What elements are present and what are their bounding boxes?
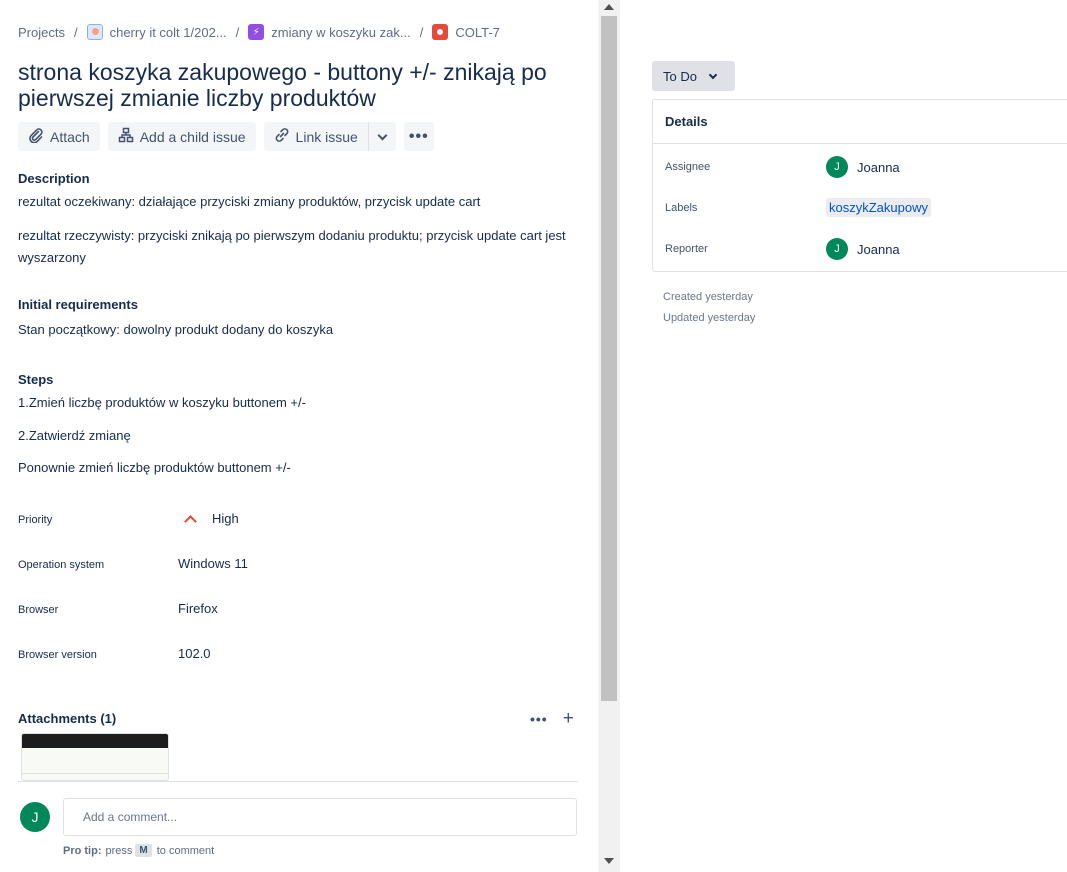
epic-lightning-icon: ⚡ — [248, 24, 265, 40]
link-issue-dropdown-button[interactable] — [367, 122, 396, 151]
assignee-field[interactable]: J Joanna — [826, 156, 900, 178]
attach-label: Attach — [50, 128, 90, 145]
breadcrumb-issue-key: COLT-7 — [455, 24, 500, 40]
step-2[interactable]: 2.Zatwierdź zmianę — [18, 425, 578, 447]
issue-main-panel: Projects / cherry it colt 1/202... / ⚡ z… — [0, 0, 598, 872]
breadcrumb-separator: / — [235, 24, 240, 40]
hierarchy-icon — [118, 127, 134, 147]
more-dots-icon: ••• — [408, 127, 429, 145]
description-heading: Description — [18, 171, 90, 186]
pro-tip-press: press — [105, 844, 133, 857]
issue-toolbar: Attach Add a child issue Link issue ••• — [18, 122, 442, 151]
breadcrumb-project-label: cherry it colt 1/202... — [109, 24, 227, 40]
project-avatar-icon — [86, 24, 103, 40]
updated-timestamp: Updated yesterday — [663, 312, 756, 324]
pro-tip: Pro tip: press M to comment — [63, 844, 214, 857]
scroll-up-arrow-icon[interactable] — [604, 4, 614, 10]
step-3[interactable]: Ponownie zmień liczbę produktów buttonem… — [18, 457, 578, 479]
link-issue-group: Link issue — [263, 122, 396, 151]
thumbnail-header-bar — [22, 734, 168, 748]
pro-tip-label: Pro tip: — [63, 844, 102, 857]
avatar: J — [826, 156, 848, 178]
browser-label: Browser — [18, 604, 59, 616]
label-chip[interactable]: koszykZakupowy — [826, 198, 931, 217]
priority-label: Priority — [18, 514, 53, 526]
attachments-more-icon[interactable]: ••• — [530, 711, 548, 727]
status-label: To Do — [663, 68, 697, 84]
paperclip-icon — [28, 127, 44, 147]
priority-field[interactable]: High — [178, 511, 239, 526]
reporter-name: Joanna — [857, 241, 900, 257]
browser-version-label: Browser version — [18, 649, 97, 661]
scrollbar-thumb[interactable] — [601, 16, 617, 701]
priority-high-icon — [185, 513, 197, 525]
reporter-field[interactable]: J Joanna — [826, 238, 900, 260]
browser-value[interactable]: Firefox — [178, 601, 218, 616]
vertical-scrollbar[interactable] — [598, 0, 620, 872]
attachment-thumbnail[interactable] — [21, 733, 169, 781]
assignee-label: Assignee — [665, 161, 711, 173]
chevron-down-icon — [708, 70, 718, 79]
avatar: J — [20, 802, 50, 832]
initial-requirements-text[interactable]: Stan początkowy: dowolny produkt dodany … — [18, 319, 578, 341]
comment-divider — [18, 781, 578, 782]
breadcrumb-epic-label: zmiany w koszyku zak... — [271, 24, 411, 40]
scroll-down-arrow-icon[interactable] — [604, 858, 614, 864]
initial-requirements-heading: Initial requirements — [18, 297, 138, 312]
attachments-actions: ••• + — [530, 708, 574, 730]
operation-system-value[interactable]: Windows 11 — [178, 556, 248, 571]
created-timestamp: Created yesterday — [663, 291, 753, 303]
bug-icon — [432, 24, 449, 40]
reporter-label: Reporter — [665, 243, 708, 255]
more-actions-button[interactable]: ••• — [403, 122, 434, 151]
operation-system-label: Operation system — [18, 559, 105, 571]
add-child-issue-button[interactable]: Add a child issue — [107, 122, 256, 151]
attach-button[interactable]: Attach — [18, 122, 100, 151]
labels-label: Labels — [665, 202, 698, 214]
breadcrumb-project[interactable]: cherry it colt 1/202... — [86, 24, 227, 40]
browser-version-value[interactable]: 102.0 — [178, 646, 211, 661]
breadcrumb-epic[interactable]: ⚡ zmiany w koszyku zak... — [248, 24, 411, 40]
keyboard-shortcut-key: M — [135, 844, 152, 857]
link-issue-button[interactable]: Link issue — [263, 122, 368, 151]
description-line-1[interactable]: rezultat oczekiwany: działające przycisk… — [18, 191, 578, 213]
add-attachment-icon[interactable]: + — [563, 708, 574, 730]
labels-field[interactable]: koszykZakupowy — [826, 198, 931, 217]
attachments-heading: Attachments (1) — [18, 711, 117, 726]
comment-input[interactable]: Add a comment... — [63, 798, 577, 836]
link-icon — [274, 127, 290, 147]
description-line-2[interactable]: rezultat rzeczywisty: przyciski znikają … — [18, 225, 578, 269]
breadcrumb: Projects / cherry it colt 1/202... / ⚡ z… — [18, 24, 500, 40]
assignee-name: Joanna — [857, 159, 900, 175]
add-child-issue-label: Add a child issue — [139, 128, 246, 145]
steps-heading: Steps — [18, 372, 54, 387]
breadcrumb-issue[interactable]: COLT-7 — [432, 24, 500, 40]
pro-tip-rest: to comment — [156, 844, 215, 857]
chevron-down-icon — [377, 130, 388, 140]
breadcrumb-projects[interactable]: Projects — [18, 25, 65, 40]
issue-title[interactable]: strona koszyka zakupowego - buttony +/- … — [18, 59, 578, 111]
status-dropdown-button[interactable]: To Do — [652, 61, 735, 91]
priority-value: High — [212, 511, 239, 526]
step-1[interactable]: 1.Zmień liczbę produktów w koszyku butto… — [18, 392, 578, 414]
details-heading[interactable]: Details — [653, 100, 1067, 144]
breadcrumb-separator: / — [73, 24, 78, 40]
link-issue-label: Link issue — [295, 128, 358, 145]
avatar: J — [826, 238, 848, 260]
thumbnail-divider — [22, 773, 168, 774]
breadcrumb-separator: / — [419, 24, 424, 40]
details-panel: Details Assignee J Joanna Labels koszykZ… — [652, 99, 1067, 272]
